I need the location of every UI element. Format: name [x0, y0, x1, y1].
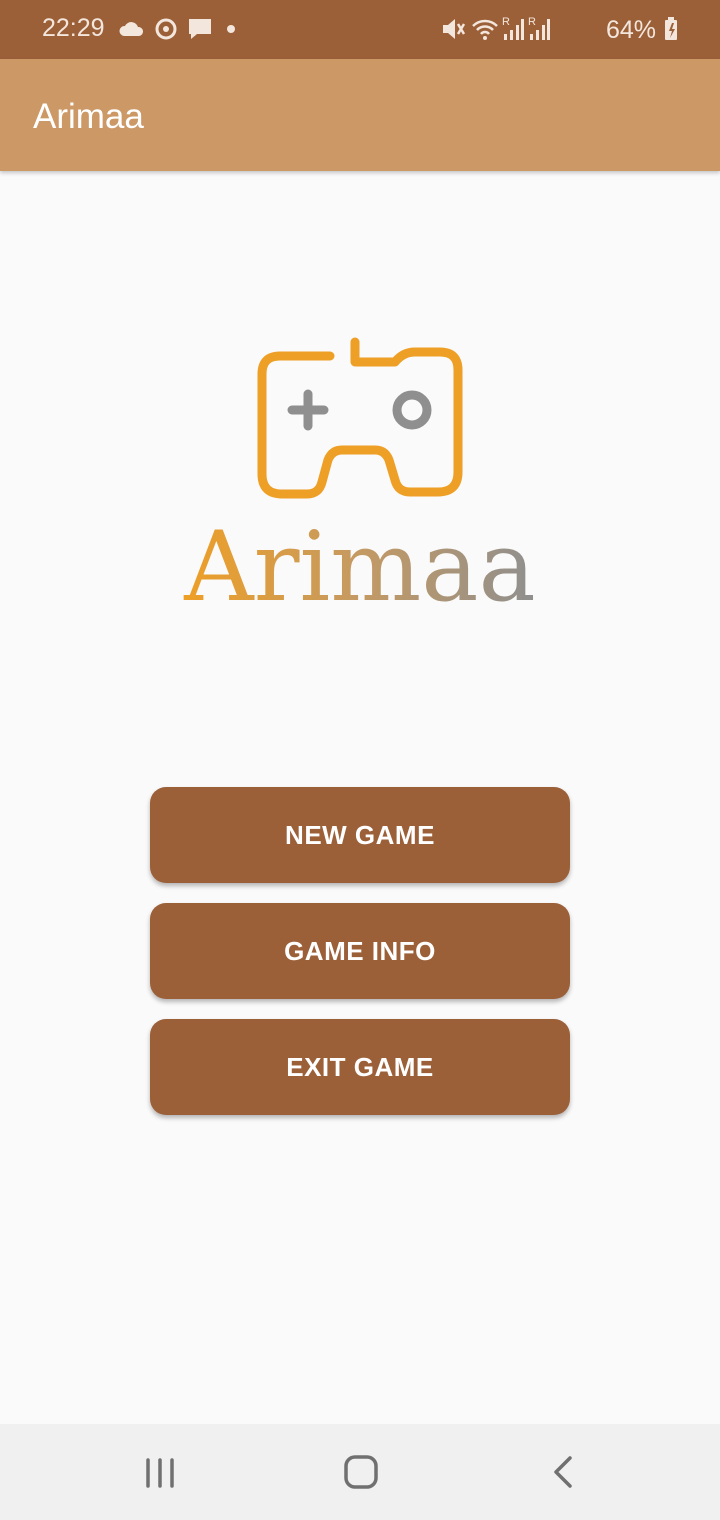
back-button[interactable] — [534, 1448, 594, 1496]
logo-text: Arimaa — [183, 511, 535, 620]
exit-game-button[interactable]: EXIT GAME — [150, 1019, 570, 1115]
game-info-button[interactable]: GAME INFO — [150, 903, 570, 999]
wifi-icon — [472, 19, 498, 40]
app-bar: Arimaa — [0, 59, 720, 171]
app-title: Arimaa — [33, 97, 144, 136]
home-icon — [344, 1455, 378, 1489]
status-time: 22:29 — [42, 14, 105, 42]
battery-icon — [665, 17, 677, 40]
recent-apps-button[interactable] — [130, 1448, 190, 1496]
gamepad-icon — [257, 337, 463, 499]
dot-icon — [227, 25, 235, 33]
battery-level: 64% — [605, 16, 656, 44]
arimaa-logo: Arimaa — [170, 330, 550, 623]
back-icon — [554, 1456, 572, 1488]
mute-icon — [443, 19, 466, 39]
navigation-bar — [0, 1424, 720, 1520]
status-system-icons: R R 64% — [440, 14, 680, 44]
svg-text:R: R — [528, 16, 536, 28]
cloud-icon — [119, 22, 144, 36]
svg-text:R: R — [502, 16, 510, 28]
sync-icon — [155, 18, 177, 40]
message-icon — [189, 19, 211, 39]
status-bar: 22:29 R R 64% — [0, 0, 720, 59]
recent-apps-icon — [146, 1458, 174, 1488]
new-game-button[interactable]: NEW GAME — [150, 787, 570, 883]
signal-icon: R — [528, 16, 550, 40]
home-button[interactable] — [331, 1448, 391, 1496]
signal-icon: R — [502, 16, 524, 40]
